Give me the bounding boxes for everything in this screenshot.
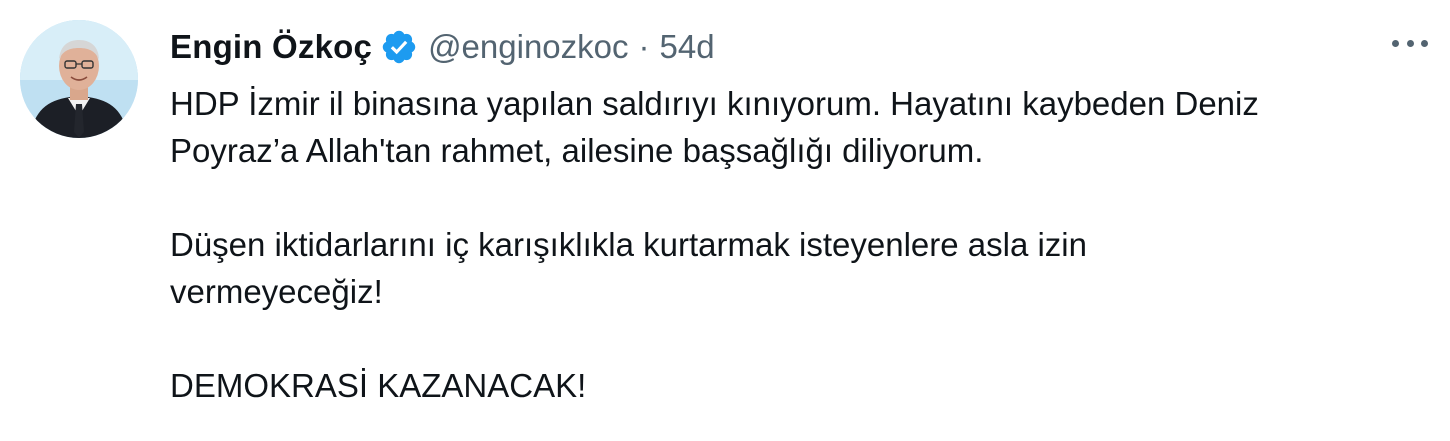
more-dot (1406, 39, 1414, 47)
tweet: Engin Özkoç @enginozkoc · 54d HDP İzmir … (0, 0, 1450, 441)
user-handle[interactable]: @enginozkoc (428, 28, 628, 66)
more-dot (1392, 39, 1399, 47)
timestamp[interactable]: 54d (660, 28, 715, 66)
verified-badge-icon (380, 28, 418, 66)
separator-dot: · (638, 28, 650, 65)
tweet-header: Engin Özkoç @enginozkoc · 54d (170, 22, 715, 72)
tweet-line: HDP İzmir il binasına yapılan saldırıyı … (170, 85, 1259, 122)
display-name[interactable]: Engin Özkoç (170, 28, 372, 66)
tweet-text: HDP İzmir il binasına yapılan saldırıyı … (170, 80, 1410, 409)
avatar[interactable] (20, 20, 138, 138)
tweet-line: Düşen iktidarlarını iç karışıklıkla kurt… (170, 226, 1087, 263)
more-options-icon[interactable] (1388, 28, 1432, 58)
tweet-line: vermeyeceğiz! (170, 273, 383, 310)
tweet-line: DEMOKRASİ KAZANACAK! (170, 367, 587, 404)
tweet-line: Poyraz’a Allah'tan rahmet, ailesine başs… (170, 132, 984, 169)
avatar-photo-icon (20, 20, 138, 138)
more-dot (1421, 39, 1428, 47)
